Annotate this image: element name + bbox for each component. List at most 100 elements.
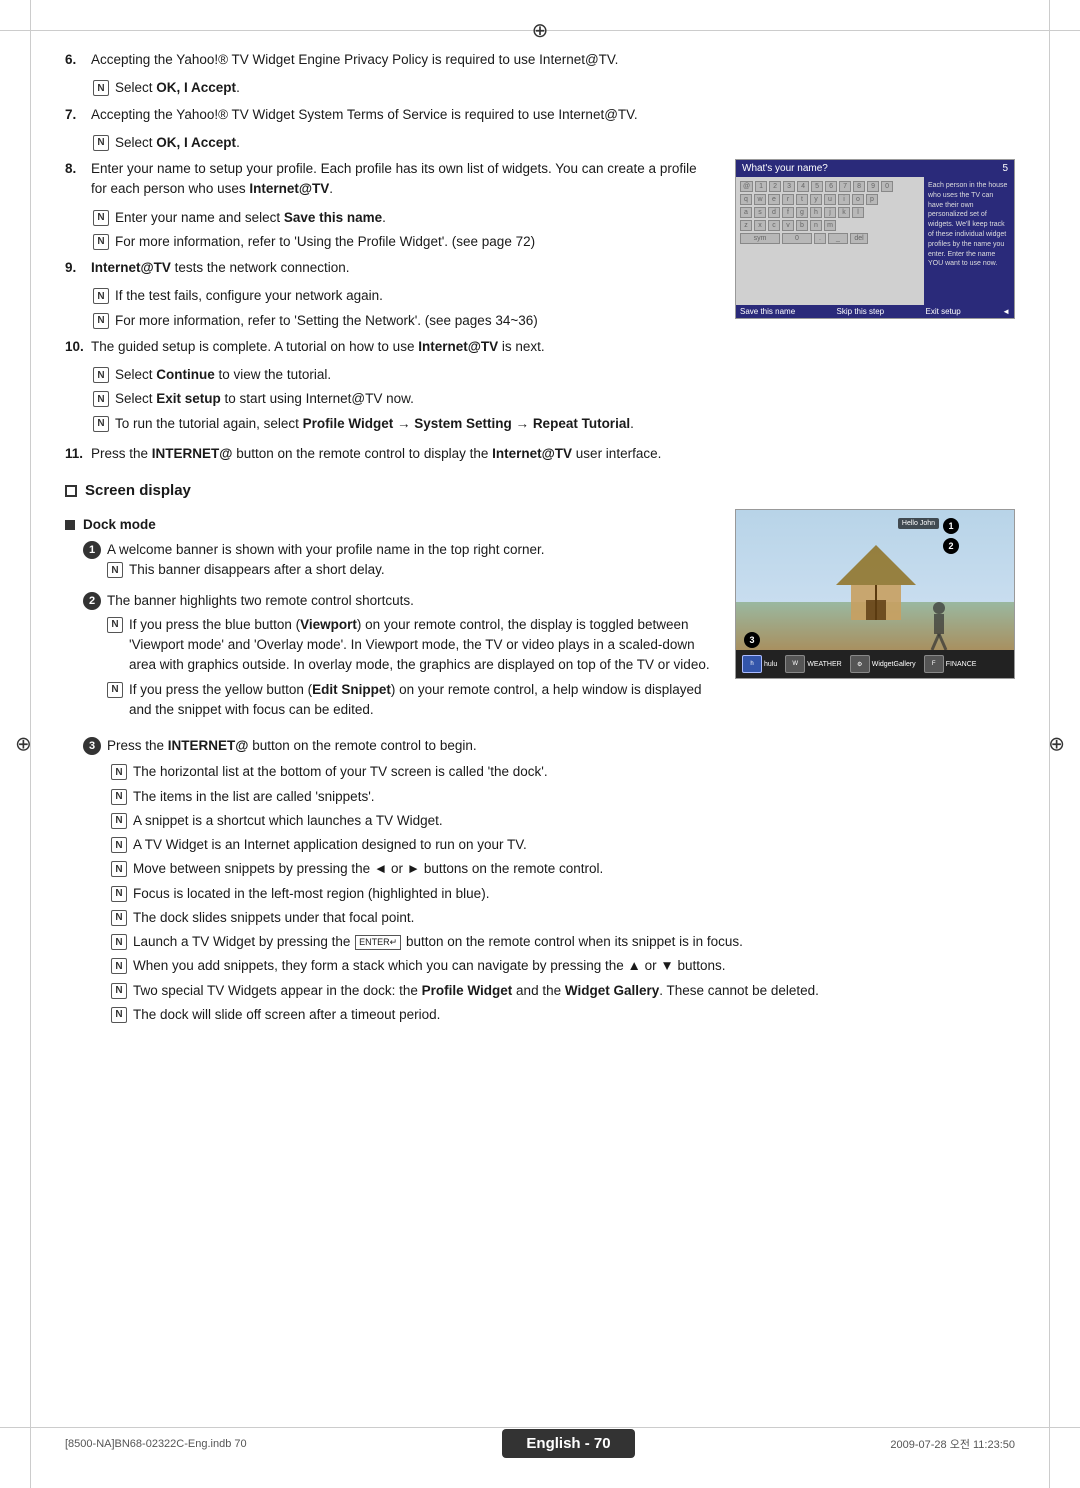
key: 2: [769, 181, 781, 192]
keyboard-row-2: q w e r t y u i o p: [740, 194, 920, 205]
beach-hut-svg: [816, 535, 936, 625]
dock-3-sub-5-text: Move between snippets by pressing the ◄ …: [133, 859, 603, 879]
keyboard-row-4: z x c v b n m: [740, 220, 920, 231]
list-item-11: 11. Press the INTERNET@ button on the re…: [65, 444, 1015, 464]
dock-3-sub-4-text: A TV Widget is an Internet application d…: [133, 835, 527, 855]
note-icon: N: [111, 813, 127, 829]
note-icon: N: [111, 789, 127, 805]
key: c: [768, 220, 780, 231]
dock-3-sub-2: N The items in the list are called 'snip…: [111, 787, 1015, 807]
item-11-num: 11.: [65, 444, 87, 464]
dock-item-2: 2 The banner highlights two remote contr…: [83, 591, 715, 725]
keyboard-row-5: sym 0 . _ del: [740, 233, 920, 244]
sidebar-text: Each person in the house who uses the TV…: [928, 181, 1010, 269]
key: q: [740, 194, 752, 205]
item-7-num: 7.: [65, 105, 87, 125]
dock-3-sub-7: N The dock slides snippets under that fo…: [111, 908, 1015, 928]
circle-num-3: 3: [83, 737, 101, 755]
dock-label-finance: FINANCE: [946, 661, 977, 668]
footer-skip: Skip this step: [837, 307, 885, 316]
item-9-sub-1: N If the test fails, configure your netw…: [93, 286, 715, 306]
key: e: [768, 194, 780, 205]
note-icon: N: [111, 983, 127, 999]
dock-2-sub-1-text: If you press the blue button (Viewport) …: [129, 615, 715, 676]
key: r: [782, 194, 794, 205]
dock-3-sub-3: N A snippet is a shortcut which launches…: [111, 811, 1015, 831]
dock-3-sub-9: N When you add snippets, they form a sta…: [111, 956, 1015, 976]
image-whats-name: What's your name? 5 @ 1 2 3 4: [735, 159, 1015, 438]
list-item-6: 6. Accepting the Yahoo!® TV Widget Engin…: [65, 50, 1015, 70]
key: i: [838, 194, 850, 205]
note-icon: N: [107, 617, 123, 633]
key: .: [814, 233, 826, 244]
item-6-num: 6.: [65, 50, 87, 70]
note-icon: N: [93, 313, 109, 329]
dock-3-sub-8-text: Launch a TV Widget by pressing the ENTER…: [133, 932, 743, 952]
dock-3-sub-6-text: Focus is located in the left-most region…: [133, 884, 489, 904]
note-icon: N: [111, 861, 127, 877]
note-icon: N: [111, 910, 127, 926]
whats-name-inner: What's your name? 5 @ 1 2 3 4: [736, 160, 1014, 318]
badge-1-circle: 1: [943, 518, 959, 534]
dialog-sidebar: Each person in the house who uses the TV…: [924, 177, 1014, 313]
key: p: [866, 194, 878, 205]
item-8-sub-1: N Enter your name and select Save this n…: [93, 208, 715, 228]
key: g: [796, 207, 808, 218]
key: o: [852, 194, 864, 205]
note-icon: N: [111, 934, 127, 950]
dock-item-1-content: A welcome banner is shown with your prof…: [107, 540, 715, 585]
dock-icon-finance: F FINANCE: [924, 655, 977, 673]
key: n: [810, 220, 822, 231]
footer-exit: Exit setup: [926, 307, 961, 316]
screen-display-title: Screen display: [85, 482, 191, 499]
dock-icon-weather: W WEATHER: [785, 655, 841, 673]
dialog-header: What's your name? 5: [736, 160, 1014, 177]
badge-3: 3: [744, 632, 760, 648]
key: d: [768, 207, 780, 218]
key: 1: [755, 181, 767, 192]
item-10-sub-2: N Select Exit setup to start using Inter…: [93, 389, 715, 409]
page-footer: [8500-NA]BN68-02322C-Eng.indb 70 English…: [0, 1429, 1080, 1458]
badge-2-circle: 2: [943, 538, 959, 554]
note-icon: N: [93, 367, 109, 383]
item-8-num: 8.: [65, 159, 87, 200]
dialog-page-num: 5: [1002, 163, 1008, 174]
dock-3-sub-2-text: The items in the list are called 'snippe…: [133, 787, 375, 807]
dock-item-3-content: Press the INTERNET@ button on the remote…: [107, 736, 1015, 756]
dock-1-sub-1: N This banner disappears after a short d…: [107, 560, 715, 580]
list-item-10: 10. The guided setup is complete. A tuto…: [65, 337, 715, 357]
item-11-text: Press the INTERNET@ button on the remote…: [91, 444, 661, 464]
dock-3-sub-1: N The horizontal list at the bottom of y…: [111, 762, 1015, 782]
key: f: [782, 207, 794, 218]
dock-3-sub-10: N Two special TV Widgets appear in the d…: [111, 981, 1015, 1001]
key: j: [824, 207, 836, 218]
item-10-num: 10.: [65, 337, 87, 357]
virtual-keyboard: @ 1 2 3 4 5 6 7 8 9 0: [736, 177, 924, 313]
dock-2-sub-2-text: If you press the yellow button (Edit Sni…: [129, 680, 715, 721]
key: u: [824, 194, 836, 205]
hello-banner: Hello John: [898, 518, 939, 529]
person-silhouette: [924, 600, 954, 650]
dock-icon-box-weather: W: [785, 655, 805, 673]
dock-3-sub-4: N A TV Widget is an Internet application…: [111, 835, 1015, 855]
key: @: [740, 181, 753, 192]
page-content: 6. Accepting the Yahoo!® TV Widget Engin…: [0, 0, 1080, 1109]
footer-english-label: English - 70: [526, 1435, 610, 1452]
dock-item-2-content: The banner highlights two remote control…: [107, 591, 715, 725]
item-6-text: Accepting the Yahoo!® TV Widget Engine P…: [91, 50, 618, 70]
key: 9: [867, 181, 879, 192]
note-icon: N: [93, 135, 109, 151]
key: t: [796, 194, 808, 205]
item-9-text: Internet@TV tests the network connection…: [91, 258, 350, 278]
dock-icon-box-gallery: ⚙: [850, 655, 870, 673]
item-9-sub-1-text: If the test fails, configure your networ…: [115, 286, 383, 306]
dialog-title: What's your name?: [742, 163, 828, 174]
dock-3-sub-5: N Move between snippets by pressing the …: [111, 859, 1015, 879]
item-7-sub-1-text: Select OK, I Accept.: [115, 133, 240, 153]
dock-icon-hulu: h hulu: [742, 655, 777, 673]
dock-icon-box-finance: F: [924, 655, 944, 673]
dock-3-sub-3-text: A snippet is a shortcut which launches a…: [133, 811, 443, 831]
keyboard-row-3: a s d f g h j k l: [740, 207, 920, 218]
checkbox-icon: [65, 485, 77, 497]
dock-mode-left: Dock mode 1 A welcome banner is shown wi…: [65, 509, 715, 730]
